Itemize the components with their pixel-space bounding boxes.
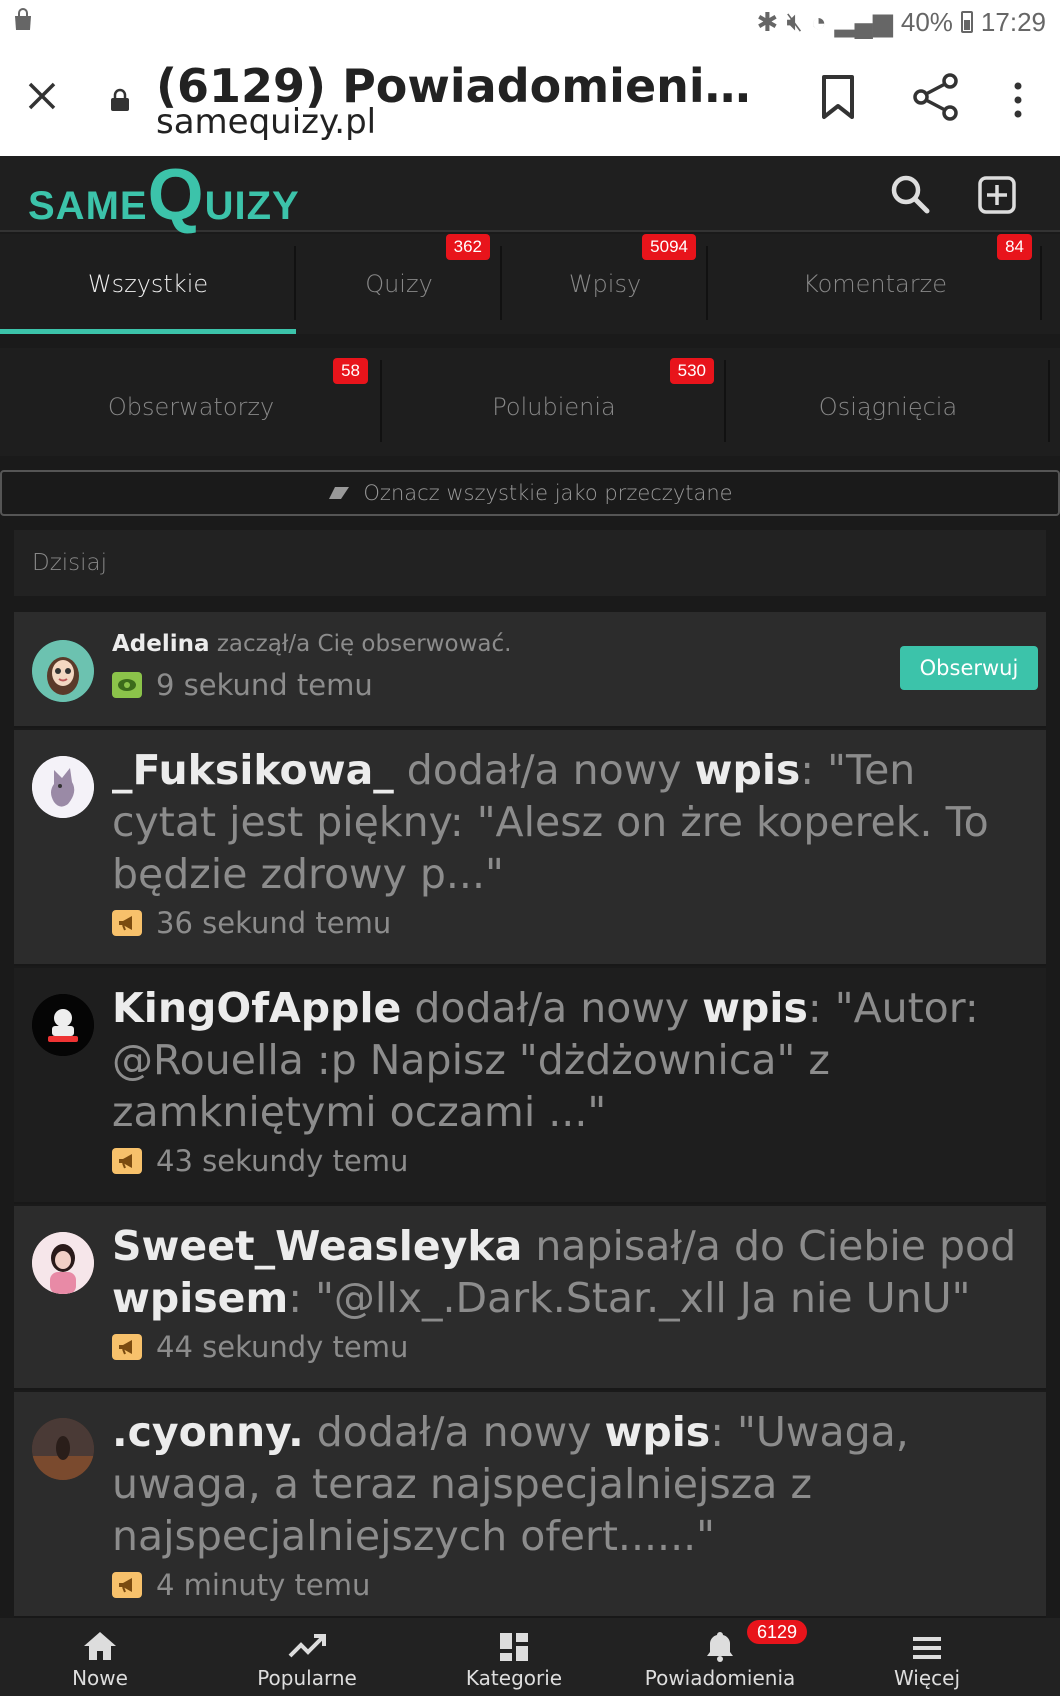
tab-polubienia[interactable]: Polubienia 530	[382, 348, 726, 456]
notification-username[interactable]: .cyonny.	[112, 1408, 304, 1456]
notification-item[interactable]: Adelina zaczął/a Cię obserwować. 9 sekun…	[14, 612, 1046, 728]
bluetooth-icon: ✱	[756, 6, 779, 37]
avatar[interactable]	[32, 1232, 94, 1294]
notification-item[interactable]: KingOfApple dodał/a nowy wpis: "Autor: @…	[14, 968, 1046, 1204]
browser-toolbar: (6129) Powiadomienia | s... samequizy.pl	[0, 44, 1060, 156]
nav-kategorie[interactable]: Kategorie	[444, 1618, 584, 1696]
tab-komentarze[interactable]: Komentarze 84	[708, 234, 1042, 334]
follow-button[interactable]: Obserwuj	[900, 646, 1038, 690]
samequizy-logo[interactable]: SAMEQUIZY	[28, 159, 300, 231]
avatar[interactable]	[32, 1418, 94, 1480]
megaphone-icon	[112, 910, 142, 936]
notification-tabs-row-1: Wszystkie Quizy 362 Wpisy 5094 Komentarz…	[0, 234, 1060, 334]
notification-time: 4 minuty temu	[156, 1568, 371, 1602]
megaphone-icon	[112, 1334, 142, 1360]
eye-icon	[112, 672, 142, 698]
close-icon[interactable]	[26, 80, 58, 112]
notifications-count-badge: 6129	[747, 1620, 808, 1644]
nav-nowe[interactable]: Nowe	[30, 1618, 170, 1696]
battery-percent: 40%	[900, 6, 953, 37]
menu-icon	[913, 1637, 941, 1659]
clock: 17:29	[980, 6, 1046, 37]
trending-icon	[288, 1634, 326, 1658]
status-bar: ✱ 🔇︎ ◔ ▂▄▆ 40% 17:29	[0, 0, 1060, 44]
notification-time: 9 sekund temu	[156, 668, 373, 702]
avatar[interactable]	[32, 756, 94, 818]
badge-polubienia: 530	[669, 358, 714, 384]
nav-popularne[interactable]: Popularne	[237, 1618, 377, 1696]
badge-quizy: 362	[445, 234, 490, 260]
day-header: Dzisiaj	[14, 530, 1046, 596]
nav-wiecej[interactable]: Więcej	[857, 1618, 997, 1696]
notification-item[interactable]: Sweet_Weasleyka napisał/a do Ciebie pod …	[14, 1206, 1046, 1390]
notification-time: 44 sekundy temu	[156, 1330, 409, 1364]
mute-icon: 🔇︎	[786, 6, 803, 36]
megaphone-icon	[112, 1572, 142, 1598]
eraser-icon	[329, 487, 350, 499]
tab-osiagniecia[interactable]: Osiągnięcia	[726, 348, 1050, 456]
notification-username[interactable]: _Fuksikowa_	[112, 746, 394, 794]
badge-komentarze: 84	[997, 234, 1032, 260]
bookmark-icon[interactable]	[820, 74, 856, 120]
mark-all-read-button[interactable]: Oznacz wszystkie jako przeczytane	[0, 470, 1060, 516]
notification-item[interactable]: .cyonny. dodał/a nowy wpis: "Uwaga, uwag…	[14, 1392, 1046, 1618]
grid-icon	[500, 1633, 528, 1661]
bottom-navigation: Nowe Popularne Kategorie Powiadomienia 6…	[0, 1618, 1060, 1696]
shopping-bag-icon	[15, 8, 31, 30]
notification-time: 36 sekund temu	[156, 906, 392, 940]
site-header: SAMEQUIZY	[0, 156, 1060, 232]
wifi-icon: ◔	[810, 6, 827, 37]
notification-tabs-row-2: Obserwatorzy 58 Polubienia 530 Osiągnięc…	[0, 348, 1060, 456]
add-icon[interactable]	[978, 176, 1016, 214]
tab-wpisy[interactable]: Wpisy 5094	[502, 234, 708, 334]
signal-icon: ▂▄▆	[834, 6, 893, 37]
more-options-icon[interactable]	[1008, 80, 1028, 120]
notification-username[interactable]: Adelina	[112, 631, 210, 657]
home-icon	[84, 1632, 116, 1660]
badge-obserwatorzy: 58	[333, 358, 368, 384]
search-icon[interactable]	[890, 174, 930, 214]
megaphone-icon	[112, 1148, 142, 1174]
battery-icon	[960, 11, 973, 33]
badge-wpisy: 5094	[642, 234, 696, 260]
share-icon[interactable]	[912, 72, 960, 122]
avatar[interactable]	[32, 994, 94, 1056]
active-tab-indicator	[0, 329, 296, 334]
notification-username[interactable]: KingOfApple	[112, 984, 401, 1032]
bell-icon	[707, 1632, 733, 1662]
avatar[interactable]	[32, 640, 94, 702]
notification-time: 43 sekundy temu	[156, 1144, 409, 1178]
nav-powiadomienia[interactable]: Powiadomienia 6129	[635, 1618, 808, 1696]
tab-wszystkie[interactable]: Wszystkie	[0, 234, 296, 334]
tab-quizy[interactable]: Quizy 362	[296, 234, 502, 334]
notification-username[interactable]: Sweet_Weasleyka	[112, 1222, 522, 1270]
tab-obserwatorzy[interactable]: Obserwatorzy 58	[0, 348, 382, 456]
notification-item[interactable]: _Fuksikowa_ dodał/a nowy wpis: "Ten cyta…	[14, 730, 1046, 966]
page-url[interactable]: samequizy.pl	[156, 102, 376, 142]
lock-icon	[111, 88, 129, 111]
